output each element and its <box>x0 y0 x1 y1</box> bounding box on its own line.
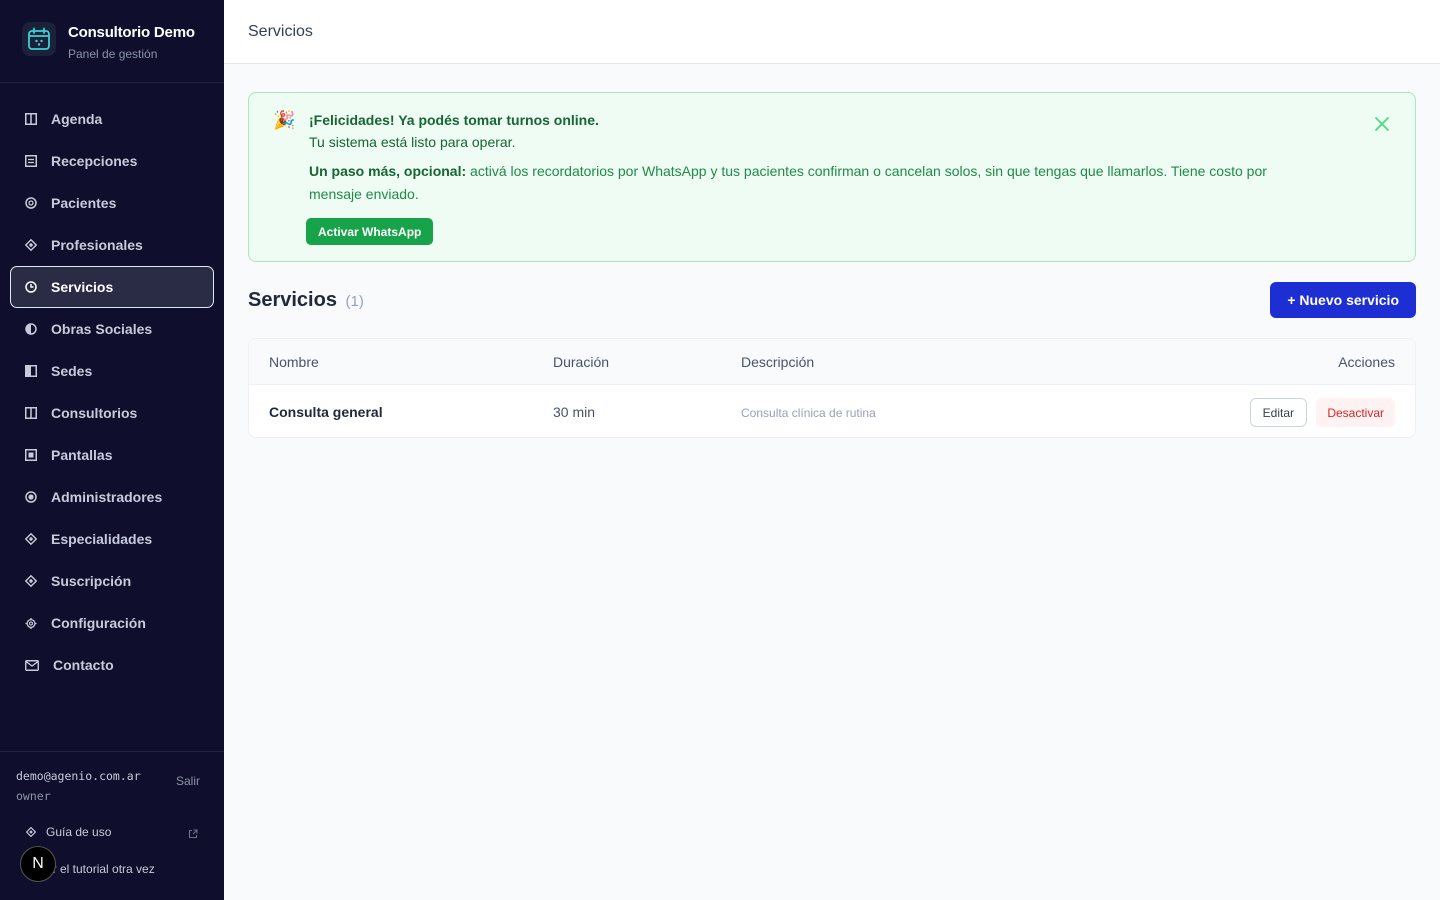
party-icon: 🎉 <box>273 110 296 130</box>
new-service-button[interactable]: + Nuevo servicio <box>1270 282 1416 318</box>
banner-title: ¡Felicidades! Ya podés tomar turnos onli… <box>309 112 599 128</box>
sidebar-item-label: Obras Sociales <box>51 321 153 337</box>
page-title: Servicios <box>248 22 313 40</box>
external-link-icon <box>188 826 198 844</box>
gear-icon <box>25 617 37 629</box>
tutorial-link[interactable]: er el tutorial otra vez <box>46 862 155 876</box>
topbar: Servicios <box>224 0 1440 64</box>
banner-subtitle: Tu sistema está listo para operar. <box>309 134 516 150</box>
brand: Consultorio Demo Panel de gestión <box>0 0 224 83</box>
sidebar-item-obras-sociales[interactable]: Obras Sociales <box>10 308 214 350</box>
sidebar-item-label: Consultorios <box>51 405 138 421</box>
user-email: demo@agenio.com.ar <box>16 769 141 783</box>
sidebar-item-pantallas[interactable]: Pantallas <box>10 434 214 476</box>
n-badge[interactable]: N <box>20 846 56 882</box>
user-role: owner <box>16 789 51 803</box>
sidebar-item-label: Servicios <box>51 279 114 295</box>
square-dot-icon <box>25 449 37 461</box>
sidebar-item-contacto[interactable]: Contacto <box>10 644 214 686</box>
sidebar-nav: Agenda Recepciones Pacientes Profesional… <box>10 98 214 686</box>
services-table: Nombre Duración Descripción Acciones Con… <box>248 338 1416 438</box>
column-header-acciones: Acciones <box>1338 354 1395 370</box>
mail-icon <box>25 659 39 671</box>
sidebar-item-administradores[interactable]: Administradores <box>10 476 214 518</box>
sidebar-item-label: Especialidades <box>51 531 153 547</box>
deactivate-button[interactable]: Desactivar <box>1316 398 1395 427</box>
diamond-icon <box>25 239 37 251</box>
success-banner: 🎉 ¡Felicidades! Ya podés tomar turnos on… <box>248 92 1416 262</box>
half-circle-icon <box>25 323 37 335</box>
sidebar-item-sedes[interactable]: Sedes <box>10 350 214 392</box>
banner-body-bold: Un paso más, opcional: <box>309 163 467 179</box>
sidebar-item-label: Configuración <box>51 615 146 631</box>
sidebar-item-label: Contacto <box>53 657 114 673</box>
columns-icon <box>25 113 37 125</box>
diamond-icon <box>25 533 37 545</box>
column-header-descripcion: Descripción <box>741 354 815 370</box>
diamond-icon <box>25 575 37 587</box>
service-name: Consulta general <box>269 404 383 420</box>
activate-whatsapp-button[interactable]: Activar WhatsApp <box>306 218 434 245</box>
brand-title: Consultorio Demo <box>68 24 195 41</box>
target-icon <box>25 491 37 503</box>
logout-link[interactable]: Salir <box>176 774 200 788</box>
sidebar-item-label: Sedes <box>51 363 93 379</box>
service-duration: 30 min <box>553 404 596 420</box>
sidebar-item-label: Agenda <box>51 111 103 127</box>
sidebar-item-label: Profesionales <box>51 237 143 253</box>
sidebar-item-label: Pantallas <box>51 447 113 463</box>
guide-label: Guía de uso <box>46 825 112 839</box>
sidebar-item-configuracion[interactable]: Configuración <box>10 602 214 644</box>
close-icon[interactable] <box>1375 117 1389 136</box>
sidebar: Consultorio Demo Panel de gestión Agenda… <box>0 0 224 900</box>
table-header: Nombre Duración Descripción Acciones <box>249 339 1415 385</box>
clock-icon <box>25 281 37 293</box>
sidebar-item-servicios[interactable]: Servicios <box>10 266 214 308</box>
section-title-text: Servicios <box>248 289 337 311</box>
list-icon <box>25 155 37 167</box>
sidebar-item-label: Recepciones <box>51 153 138 169</box>
diamond-icon <box>26 827 36 837</box>
brand-subtitle: Panel de gestión <box>68 47 158 61</box>
section-header: Servicios (1) + Nuevo servicio <box>248 282 1416 318</box>
calendar-icon <box>22 22 56 56</box>
sidebar-item-label: Suscripción <box>51 573 132 589</box>
sidebar-item-agenda[interactable]: Agenda <box>10 98 214 140</box>
sidebar-item-pacientes[interactable]: Pacientes <box>10 182 214 224</box>
sidebar-footer: demo@agenio.com.ar owner Salir Guía de u… <box>0 751 224 900</box>
main-content: Servicios 🎉 ¡Felicidades! Ya podés tomar… <box>224 0 1440 900</box>
sidebar-item-especialidades[interactable]: Especialidades <box>10 518 214 560</box>
section-title: Servicios (1) <box>248 289 364 312</box>
sidebar-item-profesionales[interactable]: Profesionales <box>10 224 214 266</box>
column-header-nombre: Nombre <box>269 354 319 370</box>
sidebar-item-label: Pacientes <box>51 195 117 211</box>
table-row: Consulta general 30 min Consulta clínica… <box>249 385 1415 438</box>
circle-icon <box>25 197 37 209</box>
section-count: (1) <box>345 293 364 310</box>
half-square-icon <box>25 365 37 377</box>
service-description: Consulta clínica de rutina <box>741 406 876 420</box>
sidebar-item-label: Administradores <box>51 489 163 505</box>
banner-body: Un paso más, opcional: activá los record… <box>309 160 1319 206</box>
columns-icon <box>25 407 37 419</box>
sidebar-item-consultorios[interactable]: Consultorios <box>10 392 214 434</box>
edit-button[interactable]: Editar <box>1249 398 1307 427</box>
sidebar-item-suscripcion[interactable]: Suscripción <box>10 560 214 602</box>
guide-link[interactable]: Guía de uso <box>26 825 111 839</box>
column-header-duracion: Duración <box>553 354 610 370</box>
sidebar-item-recepciones[interactable]: Recepciones <box>10 140 214 182</box>
